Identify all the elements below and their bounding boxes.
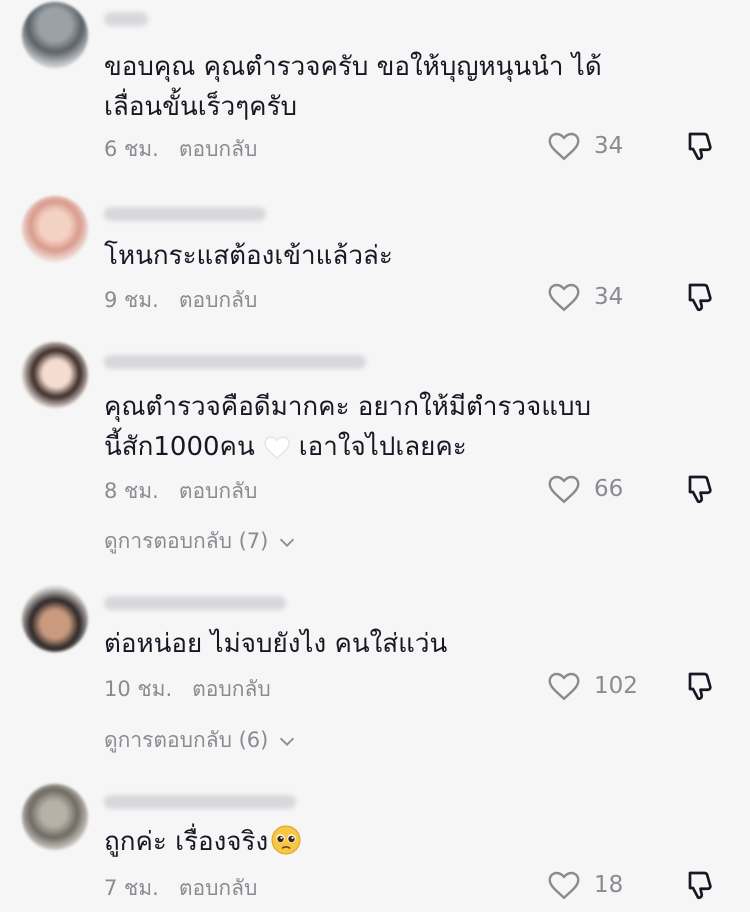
like-count: 34 bbox=[594, 284, 624, 310]
chevron-down-icon bbox=[280, 538, 295, 547]
like-button[interactable]: 34 bbox=[546, 279, 623, 315]
username-blurred[interactable] bbox=[104, 596, 286, 610]
avatar[interactable] bbox=[22, 784, 88, 850]
comment-meta: 8 ชม. ตอบกลับ bbox=[104, 475, 257, 508]
reply-button[interactable]: ตอบกลับ bbox=[179, 872, 258, 905]
like-count: 66 bbox=[594, 476, 624, 502]
heart-outline-icon bbox=[548, 871, 580, 900]
comment-text: ขอบคุณ คุณตำรวจครับ ขอให้บุญหนุนนำ ได้ เ… bbox=[104, 52, 602, 122]
heart-outline-icon bbox=[548, 132, 580, 161]
reply-button[interactable]: ตอบกลับ bbox=[192, 673, 271, 706]
username-blurred[interactable] bbox=[104, 207, 266, 221]
username-blurred[interactable] bbox=[104, 355, 366, 369]
avatar[interactable] bbox=[22, 2, 88, 68]
reply-button[interactable]: ตอบกลับ bbox=[179, 133, 258, 166]
like-button[interactable]: 18 bbox=[546, 867, 623, 903]
comment-time: 6 ชม. bbox=[104, 137, 159, 161]
view-replies-label: ดูการตอบกลับ (6) bbox=[104, 728, 269, 752]
comment-time: 7 ชม. bbox=[104, 876, 159, 900]
like-count: 18 bbox=[594, 872, 624, 898]
avatar[interactable] bbox=[22, 342, 88, 408]
view-replies-button[interactable]: ดูการตอบกลับ (7) bbox=[104, 525, 298, 558]
like-button[interactable]: 34 bbox=[546, 128, 623, 164]
heart-outline-icon bbox=[548, 672, 580, 701]
thumbs-down-icon[interactable] bbox=[684, 471, 720, 507]
avatar[interactable] bbox=[22, 586, 88, 652]
comment-meta: 9 ชม. ตอบกลับ bbox=[104, 284, 257, 317]
thumbs-down-icon[interactable] bbox=[684, 668, 720, 704]
comment-time: 8 ชม. bbox=[104, 479, 159, 503]
username-blurred[interactable] bbox=[104, 12, 148, 26]
username-blurred[interactable] bbox=[104, 795, 296, 809]
comment-text: โหนกระแสต้องเข้าแล้วล่ะ bbox=[104, 241, 393, 271]
view-replies-label: ดูการตอบกลับ (7) bbox=[104, 529, 269, 553]
comment-time: 9 ชม. bbox=[104, 288, 159, 312]
like-count: 34 bbox=[594, 133, 624, 159]
comment-text: คุณตำรวจคือดีมากคะ อยากให้มีตำรวจแบบ นี้… bbox=[104, 392, 592, 462]
reply-button[interactable]: ตอบกลับ bbox=[179, 284, 258, 317]
thumbs-down-icon[interactable] bbox=[684, 279, 720, 315]
view-replies-button[interactable]: ดูการตอบกลับ (6) bbox=[104, 724, 298, 757]
white-heart-emoji bbox=[263, 436, 290, 459]
comment-text: ถูกค่ะ เรื่องจริง bbox=[104, 822, 654, 862]
comment-time: 10 ชม. bbox=[104, 677, 173, 701]
thumbs-down-icon[interactable] bbox=[684, 128, 720, 164]
comment-meta: 6 ชม. ตอบกลับ bbox=[104, 133, 257, 166]
comment-text: ต่อหน่อย ไม่จบยังไง คนใส่แว่น bbox=[104, 629, 448, 659]
heart-outline-icon bbox=[548, 283, 580, 312]
like-button[interactable]: 66 bbox=[546, 471, 623, 507]
comment-meta: 10 ชม. ตอบกลับ bbox=[104, 673, 271, 706]
like-count: 102 bbox=[594, 673, 638, 699]
heart-outline-icon bbox=[548, 475, 580, 504]
comment-meta: 7 ชม. ตอบกลับ bbox=[104, 872, 257, 905]
like-button[interactable]: 102 bbox=[546, 668, 638, 704]
chevron-down-icon bbox=[280, 737, 295, 746]
thumbs-down-icon[interactable] bbox=[684, 867, 720, 903]
pleading-face-emoji bbox=[271, 825, 301, 855]
reply-button[interactable]: ตอบกลับ bbox=[179, 475, 258, 508]
avatar[interactable] bbox=[22, 196, 88, 262]
